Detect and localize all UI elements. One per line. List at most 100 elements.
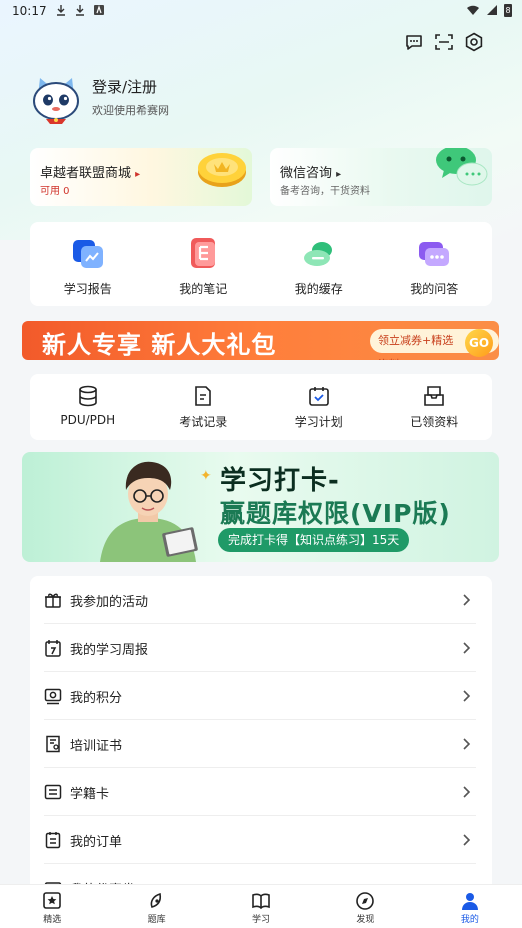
study-checkin-banner[interactable]: ✦ 学习打卡- 赢题库权限(VIP版) 完成打卡得【知识点练习】15天 <box>22 452 499 562</box>
question-bank-icon <box>150 892 161 908</box>
tab-label: 我的 <box>460 915 479 925</box>
chevron-right-icon <box>463 690 471 702</box>
grid-label: 学习计划 <box>294 415 343 429</box>
sparkle-icon: ✦ <box>200 468 212 484</box>
grid-label: 我的笔记 <box>179 282 228 296</box>
points-icon <box>44 688 62 705</box>
gold-coin-icon <box>198 153 246 187</box>
certificate-icon <box>46 735 60 753</box>
menu-label: 学籍卡 <box>70 787 110 802</box>
newcomer-gift-banner[interactable]: 新人专享 新人大礼包 领立减券+精选资料 GO <box>22 321 499 360</box>
user-icon <box>461 893 478 910</box>
database-icon <box>78 385 97 407</box>
calendar-icon <box>45 640 61 657</box>
exam-record-icon <box>195 386 212 406</box>
tab-label: 学习 <box>252 915 271 925</box>
avatar[interactable] <box>30 74 82 126</box>
grid-label: 考试记录 <box>179 415 228 429</box>
mall-card[interactable]: 卓越者联盟商城 ▸ 可用 0 <box>30 148 252 206</box>
download-icon <box>76 5 84 16</box>
download-icon <box>57 5 65 16</box>
grid-item-notes[interactable]: 我的笔记 <box>146 222 262 306</box>
study-banner-pill[interactable]: 完成打卡得【知识点练习】15天 <box>218 528 410 552</box>
battery-icon: 8 <box>504 4 512 17</box>
wechat-card-sub: 备考咨询，干货资料 <box>280 186 370 197</box>
menu-item-points[interactable]: 我的积分 <box>44 672 476 720</box>
wechat-bubble-icon <box>436 148 488 186</box>
grid-label: 我的缓存 <box>294 282 343 296</box>
notes-icon <box>191 238 216 268</box>
grid-item-study-plan[interactable]: 学习计划 <box>261 374 377 440</box>
menu-item-orders[interactable]: 我的订单 <box>44 816 476 864</box>
chevron-right-icon <box>463 786 471 798</box>
menu-item-student-card[interactable]: 学籍卡 <box>44 768 476 816</box>
tools-grid: PDU/PDH 考试记录 学习计划 已领资料 <box>30 374 492 440</box>
message-icon[interactable] <box>404 32 424 52</box>
chevron-right-icon: ▸ <box>135 169 141 180</box>
grid-label: PDU/PDH <box>60 413 116 427</box>
menu-label: 我的学习周报 <box>70 643 149 658</box>
wechat-card-title: 微信咨询 ▸ <box>280 166 342 181</box>
menu-label: 我的订单 <box>70 835 123 850</box>
tab-discover[interactable]: 发现 <box>313 885 417 928</box>
menu-label: 我的积分 <box>70 691 123 706</box>
mall-card-title: 卓越者联盟商城 ▸ <box>40 166 141 181</box>
gift-icon <box>45 593 61 608</box>
scan-icon[interactable] <box>434 32 454 52</box>
study-banner-line2: 赢题库权限(VIP版) <box>220 499 451 528</box>
menu-item-certificate[interactable]: 培训证书 <box>44 720 476 768</box>
cache-cloud-icon <box>303 242 332 266</box>
grid-label: 已领资料 <box>410 415 459 429</box>
status-bar: 10:17 8 <box>0 0 522 22</box>
tab-study[interactable]: 学习 <box>209 885 313 928</box>
chevron-right-icon <box>463 594 471 606</box>
grid-item-qa[interactable]: 我的问答 <box>377 222 493 306</box>
quick-grid: 学习报告 我的笔记 我的缓存 我的问答 <box>30 222 492 306</box>
wifi-icon <box>467 5 479 15</box>
student-card-icon <box>44 784 62 800</box>
chevron-right-icon <box>463 738 471 750</box>
study-banner-line1: 学习打卡- <box>220 466 340 496</box>
grid-item-exam-record[interactable]: 考试记录 <box>146 374 262 440</box>
promo-title: 新人专享 新人大礼包 <box>42 331 277 359</box>
status-time: 10:17 <box>12 4 47 18</box>
go-button[interactable]: GO <box>465 329 493 357</box>
profile-section[interactable]: 登录/注册 欢迎使用希赛网 <box>30 74 430 126</box>
tab-featured[interactable]: 精选 <box>0 885 104 928</box>
menu-item-activities[interactable]: 我参加的活动 <box>44 576 476 624</box>
qa-icon <box>419 242 450 266</box>
book-icon <box>252 893 270 910</box>
grid-item-received-materials[interactable]: 已领资料 <box>377 374 493 440</box>
chevron-right-icon <box>463 642 471 654</box>
compass-icon <box>356 892 375 910</box>
menu-item-weekly-report[interactable]: 我的学习周报 <box>44 624 476 672</box>
notification-app-icon <box>94 5 104 15</box>
settings-icon[interactable] <box>464 32 484 52</box>
grid-item-pdu[interactable]: PDU/PDH <box>30 374 146 440</box>
inbox-icon <box>424 386 445 406</box>
grid-item-study-report[interactable]: 学习报告 <box>30 222 146 306</box>
tab-mine[interactable]: 我的 <box>418 885 522 928</box>
menu-label: 培训证书 <box>70 739 123 754</box>
wechat-card[interactable]: 微信咨询 ▸ 备考咨询，干货资料 <box>270 148 492 206</box>
tab-label: 精选 <box>43 915 62 925</box>
bottom-tab-bar: 精选 题库 学习 发现 我的 <box>0 884 522 928</box>
signal-icon <box>487 5 497 15</box>
header-actions <box>404 32 484 52</box>
report-icon <box>72 240 103 268</box>
welcome-text: 欢迎使用希赛网 <box>92 104 169 117</box>
chevron-right-icon <box>463 834 471 846</box>
menu-label: 我参加的活动 <box>70 595 149 610</box>
grid-label: 学习报告 <box>63 282 112 296</box>
grid-label: 我的问答 <box>410 282 459 296</box>
tab-label: 题库 <box>147 915 166 925</box>
grid-item-cache[interactable]: 我的缓存 <box>261 222 377 306</box>
mall-card-sub: 可用 0 <box>40 186 70 197</box>
order-icon <box>45 832 61 849</box>
study-plan-icon <box>308 387 329 406</box>
featured-icon <box>43 892 62 909</box>
tab-question-bank[interactable]: 题库 <box>104 885 208 928</box>
chevron-right-icon: ▸ <box>336 169 342 180</box>
login-register-link[interactable]: 登录/注册 <box>92 76 157 97</box>
tab-label: 发现 <box>356 915 375 925</box>
